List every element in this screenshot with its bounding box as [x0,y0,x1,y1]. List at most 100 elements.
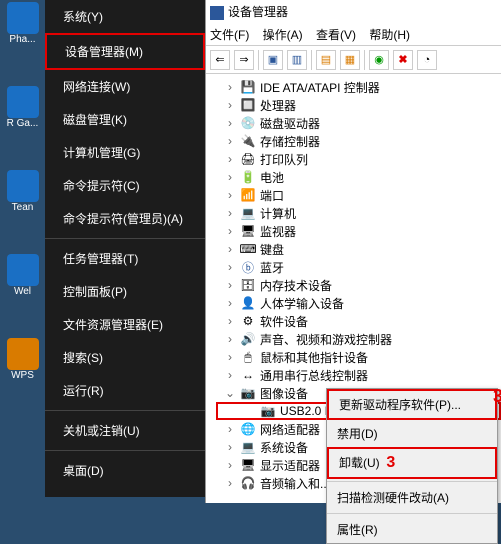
window-title: 设备管理器 [228,5,288,19]
desktop-icon[interactable]: Tean [3,170,43,220]
twisty-icon[interactable]: › [224,368,236,382]
device-icon: 💻 [240,440,256,454]
winx-menu: 系统(Y) 设备管理器(M) 网络连接(W) 磁盘管理(K) 计算机管理(G) … [45,0,205,497]
separator [45,238,205,239]
tree-item[interactable]: ›🖥监视器 [216,222,501,240]
desktop-icon[interactable]: Pha... [3,2,43,52]
twisty-icon[interactable]: › [224,152,236,166]
tb-icon[interactable]: ▤ [316,50,336,70]
desktop-icon[interactable]: Wel [3,254,43,304]
tree-label: 计算机 [260,205,296,222]
device-icon: 👤 [240,296,256,310]
desktop-icon[interactable]: WPS [3,338,43,388]
tree-item[interactable]: ›⌨键盘 [216,240,501,258]
menu-taskmgr[interactable]: 任务管理器(T) [45,242,205,275]
tree-item[interactable]: ›🔋电池 [216,168,501,186]
menu-explorer[interactable]: 文件资源管理器(E) [45,308,205,341]
tree-item[interactable]: ›⚙软件设备 [216,312,501,330]
tb-icon[interactable]: ▣ [263,50,283,70]
tree-item[interactable]: ›🔊声音、视频和游戏控制器 [216,330,501,348]
menu-search[interactable]: 搜索(S) [45,341,205,374]
tree-item[interactable]: ›🔲处理器 [216,96,501,114]
twisty-icon[interactable]: › [224,458,236,472]
twisty-icon[interactable]: › [224,422,236,436]
tree-item[interactable]: ›ⓑ蓝牙 [216,258,501,276]
tb-icon[interactable]: ◔ [417,50,437,70]
menu-file[interactable]: 文件(F) [210,28,249,42]
twisty-icon[interactable]: › [224,134,236,148]
menu-cmd[interactable]: 命令提示符(C) [45,169,205,202]
tree-item[interactable]: ›💿磁盘驱动器 [216,114,501,132]
twisty-icon[interactable]: › [224,242,236,256]
tb-icon[interactable]: ▦ [340,50,360,70]
twisty-icon[interactable]: › [224,476,236,490]
device-icon: 🌐 [240,422,256,436]
tree-item[interactable]: ›🔌存储控制器 [216,132,501,150]
separator [311,50,312,70]
twisty-icon[interactable]: › [224,260,236,274]
separator [45,450,205,451]
tree-label: 鼠标和其他指针设备 [260,349,368,366]
twisty-icon[interactable]: › [224,80,236,94]
menu-shutdown[interactable]: 关机或注销(U) [45,414,205,447]
toolbar: ⇐ ⇒ ▣ ▥ ▤ ▦ ◉ ✖ ◔ [206,46,501,74]
twisty-icon[interactable]: › [224,116,236,130]
device-icon: 🖥 [240,458,256,472]
menu-device-manager[interactable]: 设备管理器(M) [45,33,205,70]
separator [258,50,259,70]
forward-button[interactable]: ⇒ [234,50,254,70]
tree-item[interactable]: ›📶端口 [216,186,501,204]
menu-system[interactable]: 系统(Y) [45,0,205,33]
menu-action[interactable]: 操作(A) [263,28,303,42]
back-button[interactable]: ⇐ [210,50,230,70]
ctx-disable[interactable]: 禁用(D) [327,420,497,447]
ctx-update-driver[interactable]: 更新驱动程序软件(P)... [327,389,497,420]
tree-item[interactable]: ›👤人体学输入设备 [216,294,501,312]
twisty-icon[interactable]: › [224,278,236,292]
tree-item[interactable]: ›🗄内存技术设备 [216,276,501,294]
tree-label: 图像设备 [260,385,308,402]
twisty-icon[interactable]: › [224,224,236,238]
menu-disk[interactable]: 磁盘管理(K) [45,103,205,136]
separator [327,513,497,514]
menu-help[interactable]: 帮助(H) [369,28,410,42]
scan-icon[interactable]: ◉ [369,50,389,70]
twisty-icon[interactable]: › [224,440,236,454]
menu-desktop[interactable]: 桌面(D) [45,454,205,487]
twisty-icon[interactable]: › [224,314,236,328]
tree-item[interactable]: ›💾IDE ATA/ATAPI 控制器 [216,78,501,96]
menu-run[interactable]: 运行(R) [45,374,205,407]
close-icon[interactable]: ✖ [393,50,413,70]
tree-label: 软件设备 [260,313,308,330]
twisty-icon[interactable]: › [224,188,236,202]
tree-label: 监视器 [260,223,296,240]
twisty-icon[interactable]: › [224,170,236,184]
twisty-icon[interactable]: › [224,98,236,112]
tree-item[interactable]: ›🖱鼠标和其他指针设备 [216,348,501,366]
tree-label: 存储控制器 [260,133,320,150]
device-icon: 🖨 [240,152,256,166]
tree-label: 通用串行总线控制器 [260,367,368,384]
menu-computer-mgmt[interactable]: 计算机管理(G) [45,136,205,169]
menu-view[interactable]: 查看(V) [316,28,356,42]
menu-bar: 文件(F) 操作(A) 查看(V) 帮助(H) [206,24,501,46]
menu-cmd-admin[interactable]: 命令提示符(管理员)(A) [45,202,205,235]
twisty-icon[interactable]: › [224,350,236,364]
ctx-properties[interactable]: 属性(R) [327,516,497,543]
tree-item[interactable]: ›🖨打印队列 [216,150,501,168]
menu-network[interactable]: 网络连接(W) [45,70,205,103]
twisty-icon[interactable]: › [224,332,236,346]
twisty-icon[interactable]: › [224,296,236,310]
ctx-scan[interactable]: 扫描检测硬件改动(A) [327,484,497,511]
twisty-icon[interactable]: › [224,206,236,220]
desktop-icon[interactable]: R Ga... [3,86,43,136]
device-icon: 📷 [260,404,276,418]
ctx-uninstall[interactable]: 卸载(U) 3 [327,447,497,479]
twisty-icon[interactable]: ⌄ [224,386,236,400]
menu-control-panel[interactable]: 控制面板(P) [45,275,205,308]
tree-item[interactable]: ›💻计算机 [216,204,501,222]
tb-icon[interactable]: ▥ [287,50,307,70]
tree-label: 网络适配器 [260,421,320,438]
annotation-3a: 3 [493,386,501,407]
tree-item[interactable]: ›↔通用串行总线控制器 [216,366,501,384]
